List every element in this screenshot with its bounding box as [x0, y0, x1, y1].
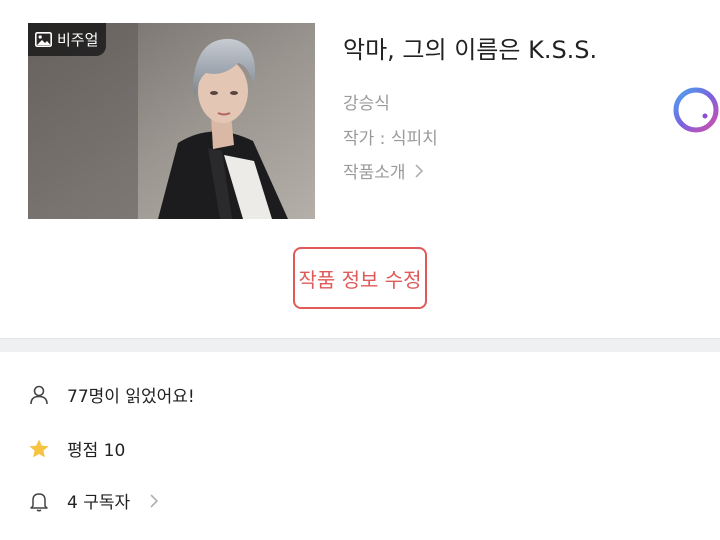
- visual-badge: 비주얼: [28, 23, 107, 56]
- chevron-right-icon: [150, 493, 159, 508]
- work-stats: 77명이 읽었어요! 평점 10 4 구독자: [0, 352, 720, 540]
- visual-badge-label: 비주얼: [57, 31, 99, 49]
- edit-work-info-button[interactable]: 작품 정보 수정: [293, 247, 427, 309]
- work-intro-link[interactable]: 작품소개: [343, 158, 424, 183]
- work-intro-label: 작품소개: [343, 163, 406, 183]
- user-icon: [30, 385, 48, 404]
- work-detail-page: 비주얼 악마, 그의 이름은 K.S.S. 강승식 작가 : 식피치 작품소개 …: [0, 0, 720, 540]
- readers-row: 77명이 읽었어요!: [28, 382, 195, 407]
- image-icon: [35, 32, 52, 47]
- readers-count: 77명이 읽었어요!: [67, 387, 195, 407]
- rating-row: 평점 10: [28, 436, 125, 461]
- section-divider: [0, 338, 720, 352]
- character-name: 강승식: [343, 94, 390, 114]
- star-icon: [29, 439, 49, 457]
- bell-icon: [30, 492, 48, 511]
- floating-ring-icon[interactable]: [672, 86, 720, 134]
- work-title: 악마, 그의 이름은 K.S.S.: [343, 36, 598, 64]
- work-header: 비주얼 악마, 그의 이름은 K.S.S. 강승식 작가 : 식피치 작품소개 …: [0, 0, 720, 338]
- rating-value: 평점 10: [67, 441, 126, 461]
- chevron-right-icon: [414, 163, 423, 178]
- subscribers-row[interactable]: 4 구독자: [28, 488, 159, 513]
- subscribers-count: 4 구독자: [67, 493, 131, 513]
- writer-name: 작가 : 식피치: [343, 129, 438, 149]
